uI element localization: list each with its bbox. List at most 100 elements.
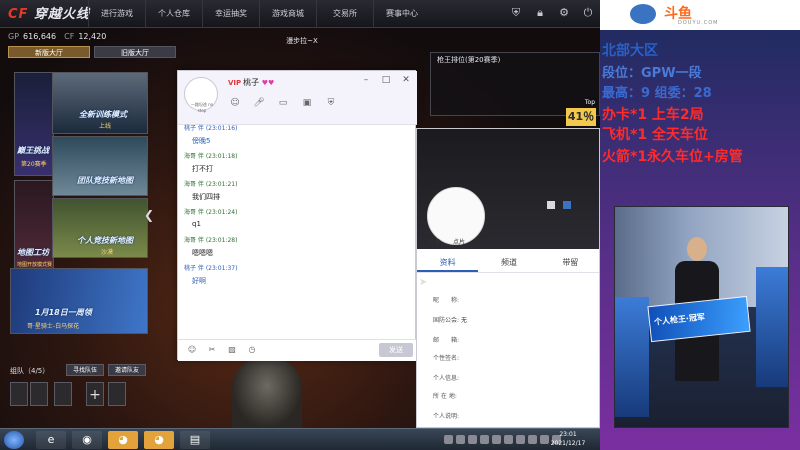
game-nav: 进行游戏 个人仓库 幸运抽奖 游戏商城 交易所 赛事中心: [88, 0, 430, 28]
screen: CF 穿越火线 进行游戏 个人仓库 幸运抽奖 游戏商城 交易所 赛事中心 ⛨ 🔒…: [0, 0, 800, 450]
team-label: 组队（4/5）: [10, 367, 50, 375]
team-slot[interactable]: [54, 382, 72, 406]
maximize-icon[interactable]: □: [381, 75, 391, 85]
overlay-line: 段位：GPW一段: [602, 66, 702, 81]
avatar-labels: 头像 点片: [429, 239, 466, 246]
chat-message: 海哥 伴 (23:01:28) 嗯嗯嗯: [184, 237, 238, 257]
media-icon[interactable]: ◉: [72, 431, 102, 449]
find-team-button[interactable]: 寻找队伍: [66, 364, 104, 376]
add-member-button[interactable]: +: [86, 382, 104, 406]
poster: [615, 297, 649, 417]
close-icon[interactable]: ✕: [401, 75, 411, 85]
lock-icon[interactable]: 🔒︎: [532, 4, 548, 22]
tab-new-hall[interactable]: 新版大厅: [8, 46, 90, 58]
team-slot[interactable]: [108, 382, 126, 406]
douyu-logo: 斗鱼 DOUYU.COM: [600, 0, 800, 30]
profile-card: 头像 点片 资料 频道 带留 昵 称: 国防公会: 无 邮 箱: 个性签名: 个人…: [416, 128, 600, 428]
image-icon[interactable]: ▨: [226, 344, 238, 356]
game-app-icon[interactable]: ◕: [108, 431, 138, 449]
gear-icon[interactable]: ⚙: [556, 4, 572, 22]
tray-icon[interactable]: [444, 435, 453, 444]
soldier-figure: [232, 358, 302, 428]
game-logo[interactable]: CF 穿越火线: [8, 3, 90, 22]
tray-icon[interactable]: [480, 435, 489, 444]
promo-training-mode[interactable]: 全新训练模式 上线: [52, 72, 148, 134]
field-description: 个人说明:: [433, 413, 460, 420]
minimize-icon[interactable]: –: [361, 75, 371, 85]
input-toolbar: ☺ ✂ ▨ ◷: [186, 344, 258, 356]
tab-message[interactable]: 带留: [540, 253, 599, 272]
vip-badge: VIP: [228, 79, 242, 87]
tab-channel[interactable]: 频道: [478, 253, 539, 272]
tray-icon[interactable]: [528, 435, 537, 444]
contact-name[interactable]: VIP 桃子 ♥♥: [228, 77, 274, 88]
screen-icon[interactable]: ▣: [300, 97, 314, 109]
currency-bar: GP 616,646 CF 12,420: [8, 32, 193, 46]
edit-icon[interactable]: [547, 201, 555, 209]
top-label: Top: [584, 99, 595, 106]
scissors-icon[interactable]: ✂: [206, 344, 218, 356]
folder-icon[interactable]: ▭: [276, 97, 290, 109]
chat-message: 海哥 伴 (23:01:24) q1: [184, 209, 238, 228]
nav-warehouse[interactable]: 个人仓库: [145, 0, 202, 28]
team-slot[interactable]: [10, 382, 28, 406]
clock-icon[interactable]: ◷: [246, 344, 258, 356]
promo-rank-challenge[interactable]: 巅王挑战 第20赛季: [14, 72, 54, 176]
taskbar-clock[interactable]: 23:01 2021/12/17: [548, 430, 588, 448]
tray-icon[interactable]: [492, 435, 501, 444]
gp-currency: GP 616,646: [8, 32, 57, 41]
nav-shop[interactable]: 游戏商城: [259, 0, 316, 28]
profile-tabs: 资料 频道 带留: [417, 253, 599, 273]
power-icon[interactable]: ⏻: [580, 4, 596, 22]
browser-icon[interactable]: e: [36, 431, 66, 449]
poster: [756, 267, 788, 387]
shield-icon[interactable]: ⛨: [324, 97, 338, 109]
tab-old-hall[interactable]: 旧版大厅: [94, 46, 176, 58]
system-tray: [444, 435, 561, 444]
rank-panel[interactable]: 枪王排位(第20赛季) Top: [430, 52, 600, 116]
window-controls: – □ ✕: [361, 75, 411, 85]
tray-icon[interactable]: [504, 435, 513, 444]
nav-exchange[interactable]: 交易所: [316, 0, 373, 28]
chat-header: 一路坦途 no stop VIP 桃子 ♥♥ ☺ 🎤︎ ▭ ▣ ⛨ – □ ✕: [178, 71, 417, 125]
chat-message: 海哥 伴 (23:01:21) 我们四排: [184, 181, 238, 201]
team-slot[interactable]: [30, 382, 48, 406]
tray-icon[interactable]: [516, 435, 525, 444]
microphone-icon[interactable]: 🎤︎: [252, 97, 266, 109]
chat-window: 一路坦途 no stop VIP 桃子 ♥♥ ☺ 🎤︎ ▭ ▣ ⛨ – □ ✕ 桃…: [177, 70, 417, 361]
nav-events[interactable]: 赛事中心: [373, 0, 430, 28]
window-icon[interactable]: ▤: [180, 431, 210, 449]
promo-team-map[interactable]: 团队竞技新地图: [52, 136, 148, 196]
field-nickname: 昵 称:: [433, 297, 460, 304]
chevron-left-icon[interactable]: ❮: [144, 208, 154, 222]
top-percent-badge: 41％: [566, 108, 596, 126]
send-button[interactable]: 发送: [379, 343, 413, 357]
chat-message: 桃子 伴 (23:01:37) 好啊: [184, 265, 238, 285]
promo-map-workshop[interactable]: 地图工坊 地图开放模式赛: [14, 180, 54, 280]
overlay-line: 办卡*1 上车2局: [602, 107, 704, 123]
nav-lottery[interactable]: 幸运抽奖: [202, 0, 259, 28]
tray-icon[interactable]: [456, 435, 465, 444]
chat-input-bar[interactable]: ☺ ✂ ▨ ◷ 发送: [178, 339, 417, 361]
heart-icon: ♥♥: [261, 79, 275, 87]
invite-team-button[interactable]: 邀请队友: [108, 364, 146, 376]
avatar[interactable]: 一路坦途 no stop: [184, 77, 218, 113]
cf-currency: CF 12,420: [64, 32, 107, 41]
shield-icon[interactable]: ⛨: [508, 4, 524, 22]
tray-icon[interactable]: [468, 435, 477, 444]
emoji-icon[interactable]: ☺: [228, 97, 242, 109]
badge-icon[interactable]: [563, 201, 571, 209]
promo-solo-map[interactable]: 个人竞技新地图 沙漠: [52, 198, 148, 258]
field-email: 邮 箱:: [433, 337, 460, 344]
chat-message: 桃子 伴 (23:01:16) 傍晚5: [184, 125, 238, 145]
top-icons: ⛨ 🔒︎ ⚙ ⏻: [508, 4, 596, 22]
nav-play[interactable]: 进行游戏: [88, 0, 145, 28]
start-button[interactable]: [4, 431, 24, 449]
game-app-icon[interactable]: ◕: [144, 431, 174, 449]
chat-toolbar: ☺ 🎤︎ ▭ ▣ ⛨: [228, 97, 338, 109]
chat-message: 海哥 伴 (23:01:18) 打不打: [184, 153, 238, 173]
promo-weekly-gift[interactable]: 1月18日一周领 哥·星骑士-白马探花: [10, 268, 148, 334]
emoji-icon[interactable]: ☺: [186, 344, 198, 356]
tab-profile[interactable]: 资料: [417, 253, 479, 272]
hall-tabs: 新版大厅 旧版大厅: [8, 46, 176, 58]
